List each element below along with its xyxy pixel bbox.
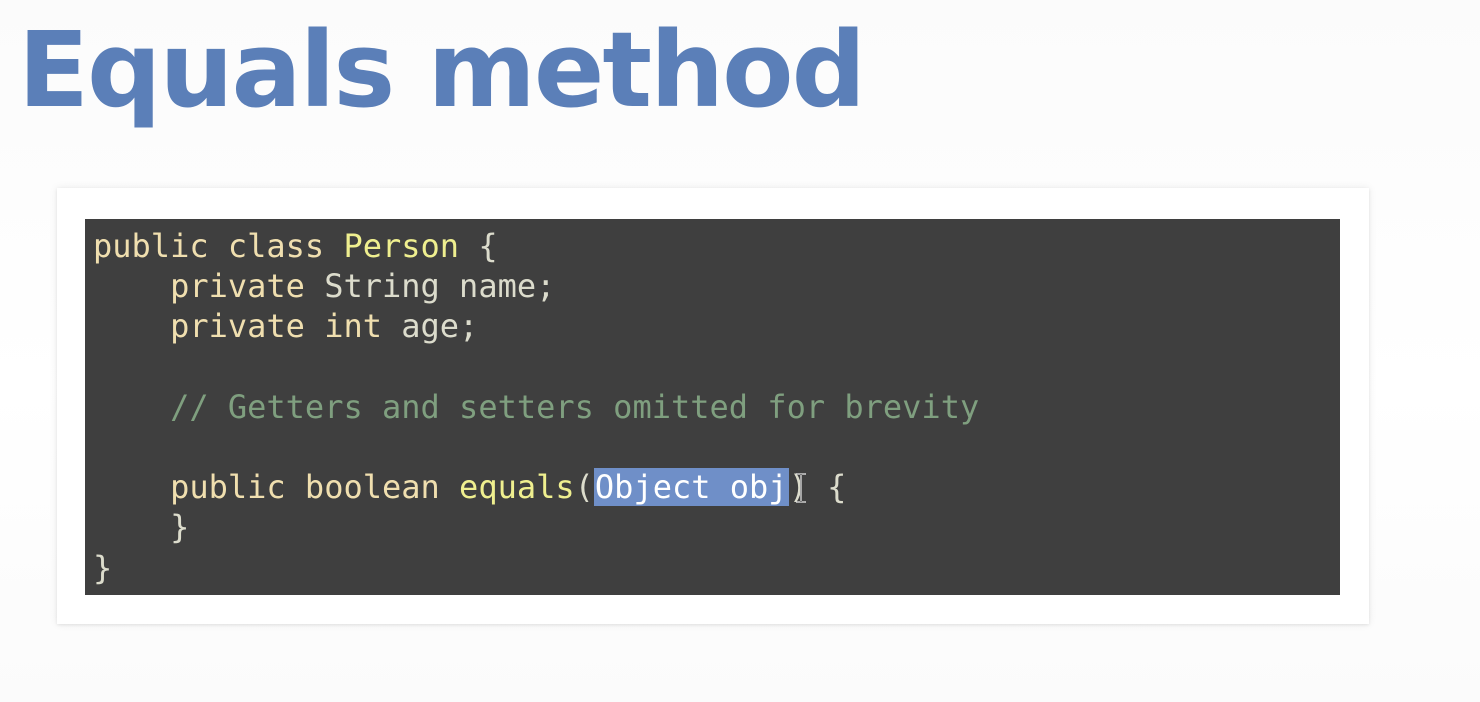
slide: Equals method public class Person { priv… <box>0 0 1480 702</box>
code-token: } <box>93 508 190 547</box>
code-token: public <box>93 227 209 265</box>
selected-code-text[interactable]: Object obj <box>593 468 789 507</box>
code-token: int <box>324 307 382 346</box>
slide-title: Equals method <box>18 9 866 131</box>
code-token: ; <box>459 307 479 346</box>
code-line: public boolean equals(Object obj) { <box>93 467 1332 507</box>
code-line: ​ <box>93 427 1332 467</box>
code-line: private String name; <box>93 266 1332 306</box>
code-lines: public class Person { private String nam… <box>93 226 1332 587</box>
code-token: Person <box>343 227 460 265</box>
code-token: private <box>170 267 305 306</box>
code-token: private <box>170 307 305 346</box>
code-token: // Getters and setters omitted for brevi… <box>170 387 980 426</box>
code-token: name <box>459 267 537 306</box>
code-token: ( <box>574 468 594 507</box>
code-line: ​ <box>93 347 1332 387</box>
code-card: public class Person { private String nam… <box>57 188 1369 624</box>
code-token: boolean <box>304 468 440 507</box>
code-line: public class Person { <box>93 226 1332 266</box>
code-line: // Getters and setters omitted for brevi… <box>93 387 1332 427</box>
code-token: String <box>324 267 440 306</box>
code-token: public <box>170 468 286 507</box>
code-token: ; <box>536 267 556 306</box>
code-block[interactable]: public class Person { private String nam… <box>85 219 1340 595</box>
code-token: age <box>401 307 460 346</box>
code-token: { <box>459 227 498 265</box>
code-token: equals <box>459 468 575 507</box>
code-line: } <box>93 548 1332 588</box>
text-cursor-icon <box>796 473 806 503</box>
code-line: private int age; <box>93 306 1332 346</box>
code-line: } <box>93 507 1332 547</box>
code-token: } <box>93 548 113 587</box>
code-token: class <box>227 227 325 265</box>
